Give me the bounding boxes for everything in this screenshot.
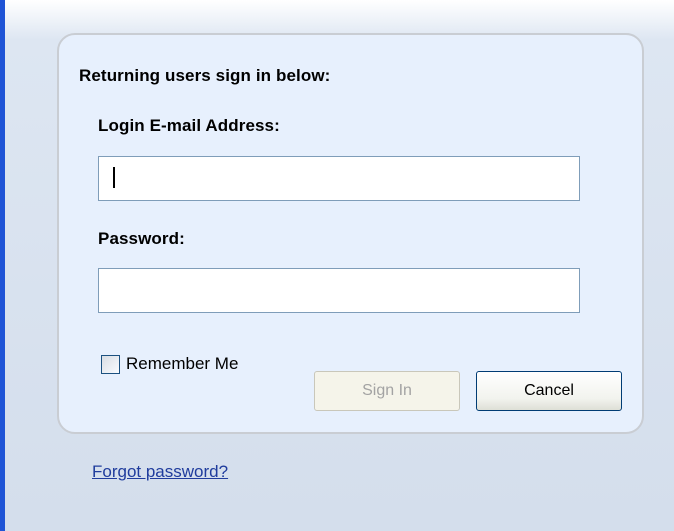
- forgot-password-link[interactable]: Forgot password?: [92, 462, 228, 482]
- remember-me-label: Remember Me: [126, 354, 239, 373]
- sign-in-button[interactable]: Sign In: [314, 371, 460, 411]
- remember-me-checkbox[interactable]: [101, 354, 120, 374]
- email-label: Login E-mail Address:: [98, 116, 280, 135]
- cancel-button[interactable]: Cancel: [476, 371, 622, 411]
- sign-in-heading: Returning users sign in below:: [79, 66, 331, 85]
- text-caret: [113, 167, 115, 188]
- password-label: Password:: [98, 229, 185, 248]
- password-field[interactable]: [98, 268, 580, 313]
- remember-me-option[interactable]: Remember Me: [101, 354, 238, 374]
- window-left-border: [0, 0, 5, 531]
- email-field[interactable]: [98, 156, 580, 201]
